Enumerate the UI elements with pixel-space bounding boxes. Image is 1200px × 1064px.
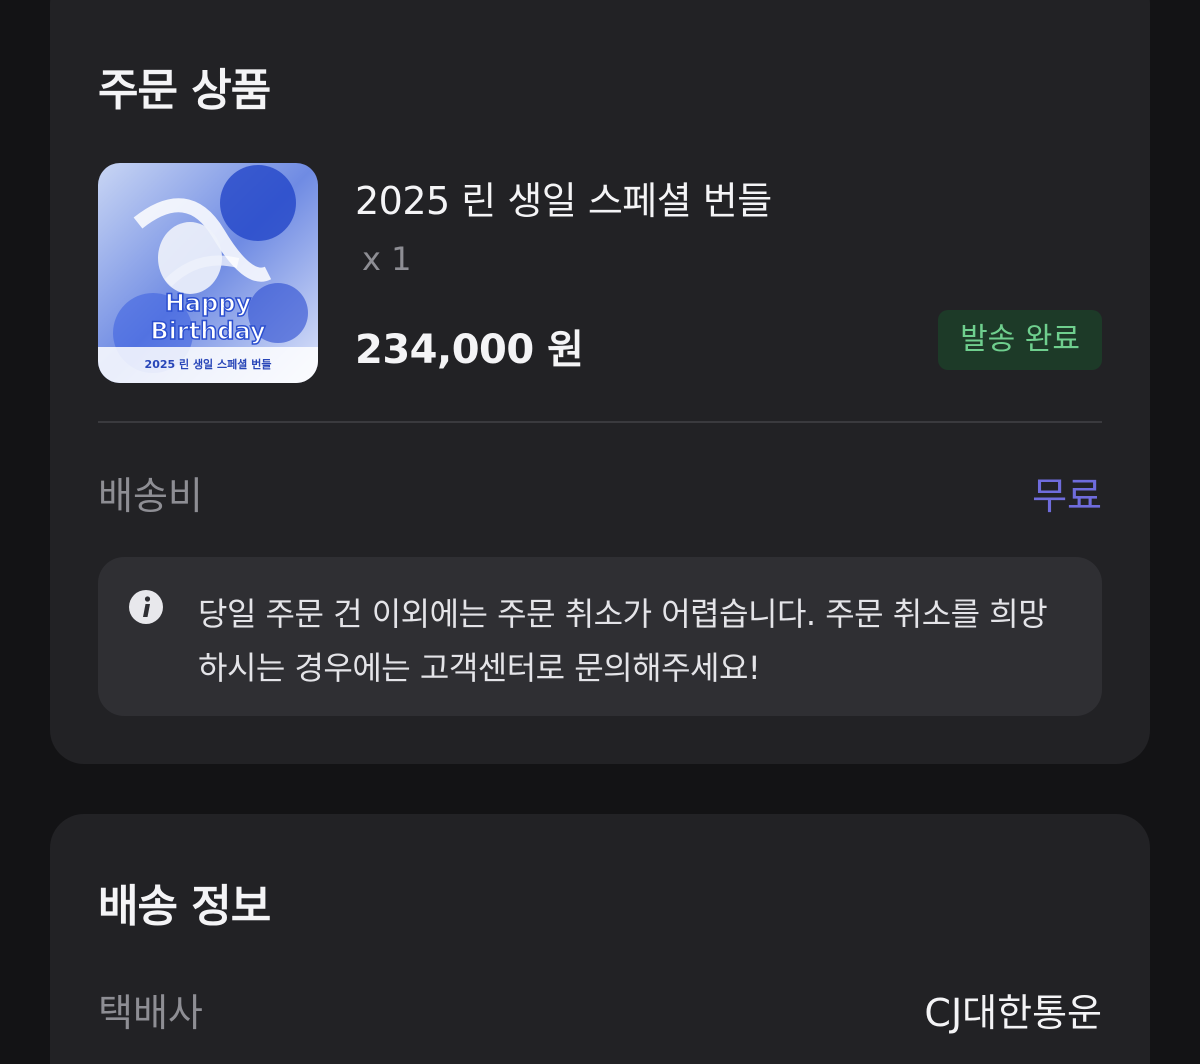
shipping-info-title: 배송 정보 [98,881,271,932]
product-name[interactable]: 2025 린 생일 스페셜 번들 [355,170,772,225]
courier-label: 택배사 [98,991,203,1035]
product-price: 234,000 원 [355,327,584,373]
thumbnail-title-line2: Birthday [150,317,266,345]
product-thumbnail[interactable]: Happy Birthday 2025 린 생일 스페셜 번들 [98,163,318,383]
info-icon [129,590,163,624]
product-thumbnail-art: Happy Birthday 2025 린 생일 스페셜 번들 [98,163,318,383]
shipping-fee-value: 무료 [1032,474,1102,518]
order-detail-page: 주문 상품 Happy Birthday 2025 린 생일 스페셜 번들 20… [0,0,1200,1064]
notice-text: 당일 주문 건 이외에는 주문 취소가 어렵습니다. 주문 취소를 희망하시는 … [198,595,1048,687]
product-quantity: x 1 [362,240,412,278]
thumbnail-caption: 2025 린 생일 스페셜 번들 [145,357,272,371]
divider [98,421,1102,423]
shipping-fee-label: 배송비 [98,474,203,518]
order-items-title: 주문 상품 [98,65,271,116]
thumbnail-title-line1: Happy [165,289,252,317]
shipping-info-card: 배송 정보 택배사 CJ대한통운 [50,814,1150,1064]
order-items-card: 주문 상품 Happy Birthday 2025 린 생일 스페셜 번들 20… [50,0,1150,764]
cancellation-notice: 당일 주문 건 이외에는 주문 취소가 어렵습니다. 주문 취소를 희망하시는 … [98,557,1102,716]
shipping-status-badge: 발송 완료 [938,310,1102,370]
courier-value: CJ대한통운 [924,991,1102,1035]
